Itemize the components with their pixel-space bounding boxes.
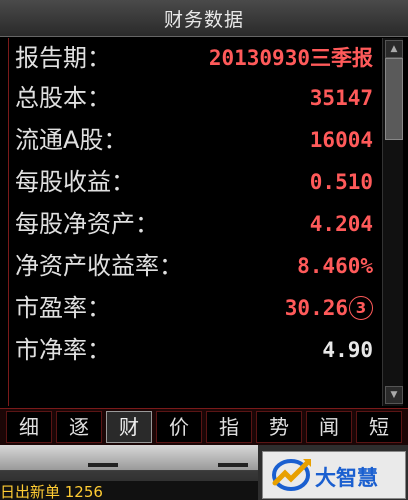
row-value: 4.90 bbox=[322, 338, 373, 362]
row-label: 总股本： bbox=[15, 84, 111, 112]
tab-detail[interactable]: 细 bbox=[6, 411, 52, 443]
tab-trend[interactable]: 势 bbox=[256, 411, 302, 443]
row-label: 净资产收益率： bbox=[15, 252, 183, 280]
financial-data-panel: 报告期： 20130930三季报 总股本： 35147 流通A股： 16004 … bbox=[8, 38, 379, 406]
minimize-icon[interactable] bbox=[218, 463, 248, 467]
row-label: 市净率： bbox=[15, 336, 111, 364]
row-label: 报告期： bbox=[15, 44, 111, 72]
row-value: 20130930三季报 bbox=[208, 46, 373, 70]
row-value: 16004 bbox=[309, 128, 373, 152]
financial-data-window: 财务数据 报告期： 20130930三季报 总股本： 35147 流通A股： 1… bbox=[0, 0, 408, 500]
row-label: 流通A股： bbox=[15, 126, 128, 154]
scroll-thumb[interactable] bbox=[385, 58, 403, 140]
tab-short[interactable]: 短 bbox=[356, 411, 402, 443]
row-report-period: 报告期： 20130930三季报 bbox=[9, 38, 379, 78]
tab-news[interactable]: 闻 bbox=[306, 411, 352, 443]
tab-bar: 细 逐 财 价 指 势 闻 短 bbox=[0, 408, 408, 446]
bottom-strip: 日出新单 1256 大智慧 bbox=[0, 445, 408, 500]
logo-text: 大智慧 bbox=[315, 466, 378, 490]
row-total-shares: 总股本： 35147 bbox=[9, 78, 379, 118]
tab-tick-by-tick[interactable]: 逐 bbox=[56, 411, 102, 443]
tab-price[interactable]: 价 bbox=[156, 411, 202, 443]
row-float-a-shares: 流通A股： 16004 bbox=[9, 120, 379, 160]
row-bvps: 每股净资产： 4.204 bbox=[9, 204, 379, 244]
window-title: 财务数据 bbox=[163, 8, 244, 31]
tab-indicator[interactable]: 指 bbox=[206, 411, 252, 443]
scroll-down-icon[interactable]: ▼ bbox=[385, 386, 403, 404]
row-pb-ratio: 市净率： 4.90 bbox=[9, 330, 379, 370]
news-ticker: 日出新单 1256 bbox=[0, 481, 258, 500]
vertical-scrollbar[interactable]: ▲ ▼ bbox=[382, 38, 403, 406]
row-value: 8.460% bbox=[297, 254, 373, 278]
row-value: 4.204 bbox=[309, 212, 373, 236]
circled-number-badge: 3 bbox=[349, 296, 373, 320]
logo-emblem-icon bbox=[272, 459, 311, 491]
row-value: 35147 bbox=[309, 86, 373, 110]
row-label: 市盈率： bbox=[15, 294, 111, 322]
dazhihui-logo[interactable]: 大智慧 bbox=[262, 451, 406, 499]
row-value: 0.510 bbox=[309, 170, 373, 194]
minimized-window-bar: 日出新单 1256 bbox=[0, 445, 258, 500]
minimize-icon[interactable] bbox=[88, 463, 118, 467]
row-label: 每股收益： bbox=[15, 168, 135, 196]
row-label: 每股净资产： bbox=[15, 210, 159, 238]
row-roe: 净资产收益率： 8.460% bbox=[9, 246, 379, 286]
row-pe-ratio: 市盈率： 30.26 3 bbox=[9, 288, 379, 328]
row-value-wrap: 30.26 3 bbox=[285, 288, 373, 328]
scroll-up-icon[interactable]: ▲ bbox=[385, 40, 403, 58]
row-value: 30.26 bbox=[284, 296, 348, 320]
row-eps: 每股收益： 0.510 bbox=[9, 162, 379, 202]
window-titlebar: 财务数据 bbox=[0, 0, 408, 37]
tab-finance[interactable]: 财 bbox=[106, 411, 152, 443]
